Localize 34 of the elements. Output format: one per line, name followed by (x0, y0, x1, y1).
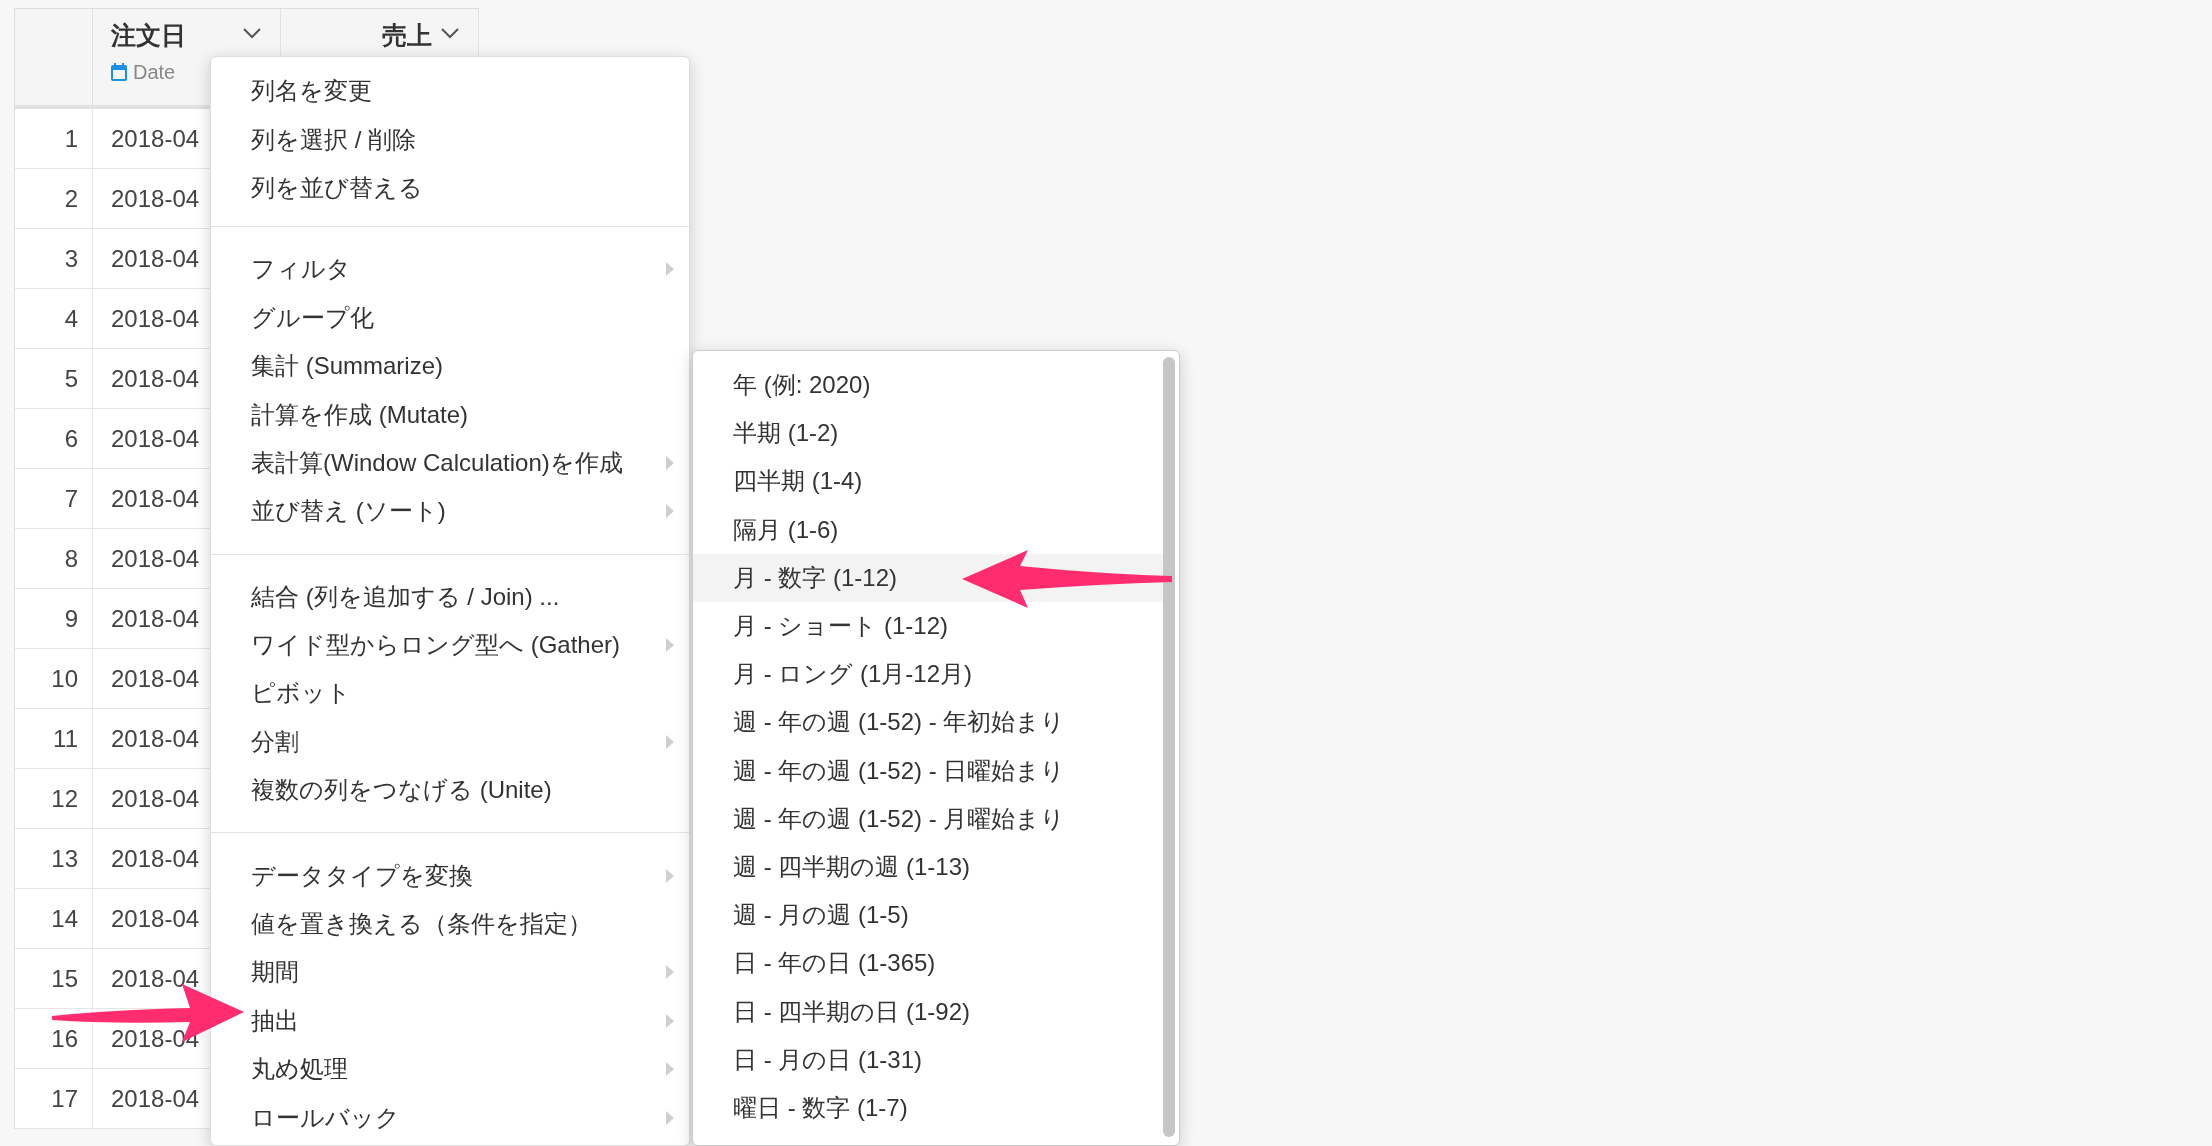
row-number: 16 (15, 1009, 93, 1069)
row-number: 2 (15, 169, 93, 229)
scrollbar[interactable] (1163, 357, 1175, 1137)
row-number: 5 (15, 349, 93, 409)
row-number: 4 (15, 289, 93, 349)
submenu-arrow-icon (665, 964, 675, 981)
column-title: 注文日 (111, 20, 187, 51)
row-number: 14 (15, 889, 93, 949)
submenu-arrow-icon (665, 503, 675, 520)
chevron-down-icon[interactable] (242, 27, 262, 39)
submenu-arrow-icon (665, 1012, 675, 1029)
row-number: 12 (15, 769, 93, 829)
row-number: 7 (15, 469, 93, 529)
submenu-arrow-icon (665, 261, 675, 278)
calendar-icon (111, 62, 127, 81)
submenu-arrow-icon (665, 454, 675, 471)
submenu-arrow-icon (665, 733, 675, 750)
row-number: 3 (15, 229, 93, 289)
chevron-down-icon[interactable] (440, 27, 460, 39)
column-type: Date (133, 59, 176, 85)
row-number: 6 (15, 409, 93, 469)
submenu-arrow-icon (665, 867, 675, 884)
row-number: 1 (15, 109, 93, 169)
row-number: 11 (15, 709, 93, 769)
row-number: 17 (15, 1069, 93, 1129)
row-number: 8 (15, 529, 93, 589)
row-number: 15 (15, 949, 93, 1009)
submenu-arrow-icon (665, 637, 675, 654)
row-number: 13 (15, 829, 93, 889)
column-title: 売上 (382, 20, 432, 51)
submenu-arrow-icon (665, 1109, 675, 1126)
row-number: 10 (15, 649, 93, 709)
submenu-arrow-icon (665, 1061, 675, 1078)
row-number: 9 (15, 589, 93, 649)
